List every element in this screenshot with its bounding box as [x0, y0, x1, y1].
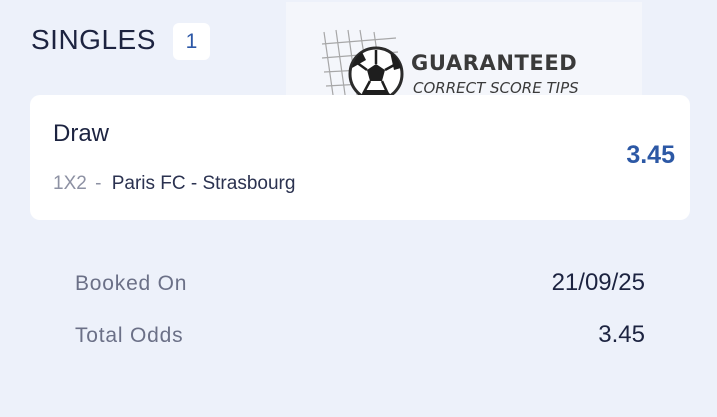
promo-title: GUARANTEED — [411, 51, 578, 75]
section-title: SINGLES — [31, 24, 156, 55]
match-name: Paris FC - Strasbourg — [111, 173, 296, 194]
booked-on-value: 21/09/25 — [551, 269, 645, 296]
selection-name: Draw — [53, 120, 110, 147]
total-odds-label: Total Odds — [75, 324, 184, 347]
selection-count-badge: 1 — [173, 23, 210, 60]
market-separator: - — [95, 173, 102, 194]
booked-on-label: Booked On — [75, 272, 188, 295]
selection-odds: 3.45 — [626, 141, 675, 169]
total-odds-value: 3.45 — [598, 321, 645, 348]
market-type: 1X2 — [53, 173, 87, 194]
market-line: 1X2 - Paris FC - Strasbourg — [53, 173, 295, 195]
bet-selection-card[interactable]: Draw 1X2 - Paris FC - Strasbourg 3.45 — [30, 95, 690, 220]
